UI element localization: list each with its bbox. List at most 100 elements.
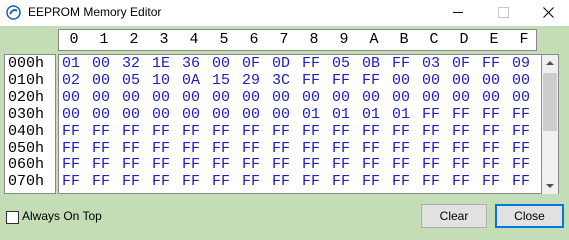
memory-cell[interactable]: FF [452,157,482,173]
memory-cell[interactable]: FF [482,140,512,157]
memory-cell[interactable]: FF [482,157,512,173]
memory-cell[interactable]: 00 [242,89,272,106]
memory-cell[interactable]: FF [512,123,542,140]
memory-cell[interactable]: 32 [122,56,152,72]
memory-cell[interactable]: 00 [182,106,212,123]
memory-cell[interactable]: FF [332,72,362,89]
minimize-button[interactable] [440,0,478,26]
clear-button[interactable]: Clear [421,204,487,228]
memory-cell[interactable]: 00 [422,72,452,89]
memory-cell[interactable]: FF [92,174,122,190]
memory-cell[interactable]: 00 [302,89,332,106]
maximize-button[interactable] [485,0,523,26]
memory-cell[interactable]: 00 [92,106,122,123]
memory-cell[interactable]: FF [272,157,302,173]
memory-cell[interactable]: FF [182,140,212,157]
memory-cell[interactable]: 00 [272,89,302,106]
memory-cell[interactable]: FF [62,174,92,190]
memory-cell[interactable]: 0F [242,56,272,72]
memory-cell[interactable]: FF [392,174,422,190]
memory-cell[interactable]: 0F [452,56,482,72]
memory-cell[interactable]: FF [482,123,512,140]
memory-cell[interactable]: 00 [242,106,272,123]
memory-cell[interactable]: 00 [392,72,422,89]
memory-cell[interactable]: FF [482,56,512,72]
memory-cell[interactable]: 0B [362,56,392,72]
memory-cell[interactable]: 00 [272,106,302,123]
memory-cell[interactable]: FF [62,157,92,173]
memory-cell[interactable]: 00 [212,89,242,106]
memory-cell[interactable]: FF [392,56,422,72]
memory-cell[interactable]: FF [122,123,152,140]
memory-cell[interactable]: 00 [152,89,182,106]
memory-cell[interactable]: FF [332,157,362,173]
memory-cell[interactable]: FF [152,174,182,190]
memory-cell[interactable]: 03 [422,56,452,72]
memory-cell[interactable]: 1E [152,56,182,72]
memory-cell[interactable]: 00 [62,89,92,106]
memory-cell[interactable]: FF [152,123,182,140]
memory-cell[interactable]: FF [392,140,422,157]
memory-cell[interactable]: 00 [332,89,362,106]
memory-cell[interactable]: FF [212,123,242,140]
memory-cell[interactable]: FF [362,174,392,190]
memory-cell[interactable]: FF [422,157,452,173]
memory-cell[interactable]: FF [182,174,212,190]
memory-cell[interactable]: FF [422,174,452,190]
memory-cell[interactable]: 01 [362,106,392,123]
memory-cell[interactable]: 01 [62,56,92,72]
memory-cell[interactable]: FF [242,123,272,140]
memory-cell[interactable]: 00 [452,89,482,106]
close-button[interactable]: Close [495,204,564,228]
memory-cell[interactable]: FF [242,140,272,157]
memory-cell[interactable]: 00 [62,106,92,123]
memory-cell[interactable]: 00 [92,56,122,72]
memory-cell[interactable]: 00 [512,89,542,106]
scroll-thumb[interactable] [543,73,557,131]
memory-cell[interactable]: 29 [242,72,272,89]
memory-cell[interactable]: 00 [182,89,212,106]
memory-cell[interactable]: 00 [452,72,482,89]
memory-cell[interactable]: 00 [482,89,512,106]
memory-cell[interactable]: 00 [392,89,422,106]
memory-cell[interactable]: 01 [302,106,332,123]
memory-cell[interactable]: FF [512,140,542,157]
memory-cell[interactable]: 00 [482,72,512,89]
memory-cell[interactable]: FF [62,123,92,140]
memory-cell[interactable]: 00 [362,89,392,106]
memory-cell[interactable]: FF [332,174,362,190]
memory-cell[interactable]: FF [182,157,212,173]
memory-cell[interactable]: FF [422,106,452,123]
memory-cell[interactable]: FF [302,123,332,140]
memory-cell[interactable]: FF [242,174,272,190]
memory-cell[interactable]: FF [122,140,152,157]
memory-cell[interactable]: FF [362,157,392,173]
always-on-top-label[interactable]: Always On Top [22,209,102,223]
memory-cell[interactable]: 0A [182,72,212,89]
memory-cell[interactable]: 00 [122,89,152,106]
memory-cell[interactable]: FF [302,72,332,89]
memory-cell[interactable]: 01 [392,106,422,123]
memory-cell[interactable]: FF [332,140,362,157]
memory-cell[interactable]: FF [242,157,272,173]
memory-cell[interactable]: FF [92,123,122,140]
memory-cell[interactable]: FF [452,106,482,123]
memory-cell[interactable]: FF [362,140,392,157]
memory-cell[interactable]: FF [212,157,242,173]
memory-cell[interactable]: 00 [92,89,122,106]
memory-cell[interactable]: 05 [332,56,362,72]
memory-cell[interactable]: FF [212,140,242,157]
memory-cell[interactable]: 00 [122,106,152,123]
memory-cell[interactable]: FF [272,174,302,190]
memory-cell[interactable]: FF [392,157,422,173]
memory-cell[interactable]: FF [452,123,482,140]
memory-cell[interactable]: FF [212,174,242,190]
memory-cell[interactable]: 36 [182,56,212,72]
memory-cell[interactable]: 00 [422,89,452,106]
memory-cell[interactable]: 00 [212,106,242,123]
memory-cell[interactable]: FF [302,56,332,72]
close-window-button[interactable] [530,0,568,26]
memory-cell[interactable]: FF [392,123,422,140]
memory-cell[interactable]: FF [512,106,542,123]
memory-cell[interactable]: FF [452,174,482,190]
